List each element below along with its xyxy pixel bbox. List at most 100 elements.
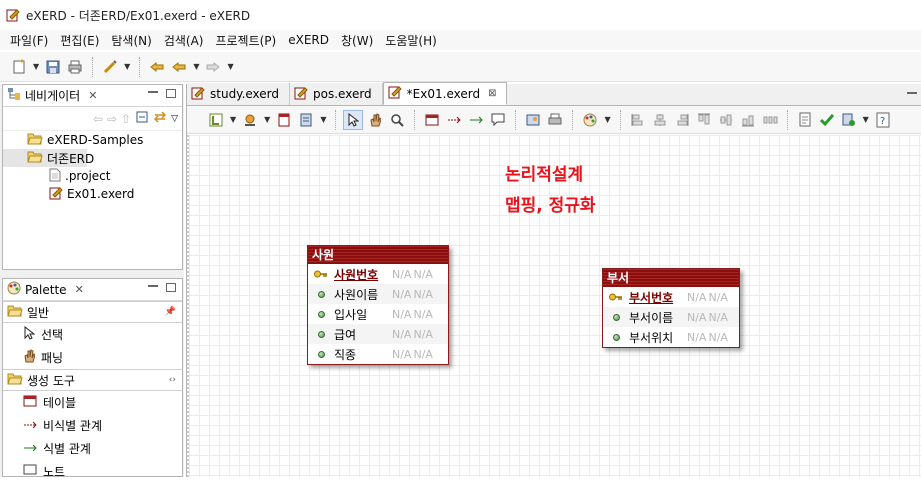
tree-item-exerd-samples[interactable]: eXERD-Samples — [3, 131, 182, 149]
entity-column-row[interactable]: 사원번호 N/A N/A — [308, 264, 448, 284]
export-image-icon[interactable] — [523, 110, 543, 130]
entity-department[interactable]: 부서 부서번호 N/A N/A 부서이름 N/A N/A 부서위치 N/A N/… — [602, 268, 740, 348]
wand-icon[interactable] — [100, 57, 120, 77]
entity-column-row[interactable]: 사원이름 N/A N/A — [308, 284, 448, 304]
palette-item-identifying-relation[interactable]: 식별 관계 — [3, 437, 182, 460]
theme-icon[interactable] — [580, 110, 600, 130]
notation-icon[interactable] — [296, 110, 316, 130]
align-bottom-icon[interactable] — [738, 110, 758, 130]
tree-item-label: Ex01.exerd — [67, 187, 135, 201]
palette-item-label: 패닝 — [41, 351, 64, 365]
entity-column-row[interactable]: 입사일 N/A N/A — [308, 304, 448, 324]
forward-icon[interactable]: ⇨ — [107, 112, 117, 126]
toolbar-separator — [335, 109, 337, 130]
entity-column-row[interactable]: 부서번호 N/A N/A — [603, 287, 739, 307]
help-icon[interactable]: ? — [873, 110, 893, 130]
select-tool-icon[interactable] — [343, 109, 364, 130]
layout-dropdown-icon[interactable]: ▼ — [230, 115, 236, 124]
distribute-icon[interactable] — [760, 110, 780, 130]
menu-project[interactable]: 프로젝트(P) — [209, 32, 282, 49]
print-diagram-icon[interactable] — [545, 110, 565, 130]
create-table-icon[interactable] — [422, 110, 442, 130]
forward-dropdown-icon[interactable]: ▼ — [227, 62, 233, 71]
close-tab-icon[interactable]: ⊠ — [488, 88, 496, 99]
wand-dropdown-icon[interactable]: ▼ — [124, 62, 130, 71]
note-icon[interactable] — [488, 110, 508, 130]
menu-navigate[interactable]: 탐색(N) — [105, 32, 157, 49]
close-icon[interactable]: ✕ — [75, 283, 84, 296]
menu-exerd[interactable]: eXERD — [282, 33, 335, 47]
print-icon[interactable] — [65, 57, 85, 77]
pan-tool-icon[interactable] — [365, 110, 385, 130]
menu-search[interactable]: 검색(A) — [158, 32, 210, 49]
link-editor-icon[interactable] — [153, 110, 167, 127]
entity-column-row[interactable]: 부서위치 N/A N/A — [603, 327, 739, 347]
theme-dropdown-icon[interactable]: ▼ — [604, 115, 610, 124]
align-left-icon[interactable] — [628, 110, 648, 130]
save-icon[interactable] — [43, 57, 63, 77]
validate-icon[interactable] — [817, 110, 837, 130]
new-file-icon[interactable] — [9, 57, 29, 77]
align-middle-icon[interactable] — [716, 110, 736, 130]
zoom-tool-icon[interactable] — [387, 110, 407, 130]
palette-item-table[interactable]: 테이블 — [3, 391, 182, 414]
identifying-relation-icon[interactable] — [466, 110, 486, 130]
collapse-all-icon[interactable] — [135, 110, 149, 127]
minimize-icon[interactable] — [148, 285, 158, 287]
menu-file[interactable]: 파일(F) — [4, 32, 54, 49]
color-dropdown-icon[interactable]: ▼ — [264, 115, 270, 124]
back-icon[interactable]: ⇦ — [93, 112, 103, 126]
entity-column-row[interactable]: 부서이름 N/A N/A — [603, 307, 739, 327]
menu-edit[interactable]: 편집(E) — [54, 32, 105, 49]
palette-item-pan[interactable]: 패닝 — [3, 346, 182, 369]
minimize-icon[interactable] — [148, 91, 158, 93]
palette-item-note[interactable]: 노트 — [3, 460, 182, 483]
maximize-icon[interactable] — [166, 89, 176, 98]
close-icon[interactable]: ✕ — [88, 89, 97, 102]
column-type: N/A — [392, 347, 412, 361]
diagram-canvas[interactable]: 논리적설계 맵핑, 정규화 사원 사원번호 N/A N/A 사원이름 N/A N… — [187, 135, 921, 477]
view-menu-icon[interactable]: ▽ — [171, 114, 178, 124]
tab-ex01-exerd[interactable]: *Ex01.exerd ⊠ — [382, 82, 508, 105]
pin-icon[interactable]: 📌 — [165, 307, 176, 317]
up-icon[interactable]: ⇧ — [121, 112, 131, 126]
align-top-icon[interactable] — [694, 110, 714, 130]
entity-column-row[interactable]: 급여 N/A N/A — [308, 324, 448, 344]
palette-item-non-identifying-relation[interactable]: 비식별 관계 — [3, 414, 182, 437]
menu-window[interactable]: 창(W) — [335, 32, 379, 49]
tree-item-project-file[interactable]: .project — [3, 167, 182, 185]
forward-engineer-dropdown-icon[interactable]: ▼ — [863, 115, 869, 124]
exerd-file-icon — [388, 85, 402, 102]
tree-item-ex01-exerd[interactable]: Ex01.exerd — [3, 185, 182, 203]
align-center-icon[interactable] — [650, 110, 670, 130]
minimize-icon[interactable] — [907, 92, 917, 94]
align-right-icon[interactable] — [672, 110, 692, 130]
forward-engineer-icon[interactable] — [839, 110, 859, 130]
diagram-toolbar: ▼ ▼ ▼ ▼ ▼ ? — [187, 106, 921, 134]
tab-study-exerd[interactable]: study.exerd — [187, 83, 291, 105]
entity-employee[interactable]: 사원 사원번호 N/A N/A 사원이름 N/A N/A 입사일 N/A N/A — [307, 245, 449, 365]
exerd-file-icon — [49, 186, 63, 203]
new-dropdown-icon[interactable]: ▼ — [33, 62, 39, 71]
tree-item-douzone-erd[interactable]: 더존ERD — [3, 149, 94, 167]
diagram-note[interactable]: 논리적설계 맵핑, 정규화 — [505, 160, 596, 222]
palette-group-general[interactable]: 일반 📌 — [3, 301, 182, 323]
properties-icon[interactable] — [795, 110, 815, 130]
last-edit-icon[interactable] — [147, 57, 167, 77]
entity-column-row[interactable]: 직종 N/A N/A — [308, 344, 448, 364]
back-icon[interactable] — [169, 57, 189, 77]
menu-help[interactable]: 도움말(H) — [379, 32, 443, 49]
non-identifying-relation-icon[interactable] — [444, 110, 464, 130]
layout-icon[interactable] — [206, 110, 226, 130]
forward-icon[interactable] — [203, 57, 223, 77]
table-view-icon[interactable] — [274, 110, 294, 130]
palette-group-create-tools[interactable]: 생성 도구 ‹› — [3, 369, 182, 391]
collapse-arrows-icon[interactable]: ‹› — [169, 375, 176, 385]
notation-dropdown-icon[interactable]: ▼ — [320, 115, 326, 124]
maximize-icon[interactable] — [166, 283, 176, 292]
color-icon[interactable] — [240, 110, 260, 130]
back-dropdown-icon[interactable]: ▼ — [193, 62, 199, 71]
tab-pos-exerd[interactable]: pos.exerd — [290, 83, 383, 105]
palette-item-select[interactable]: 선택 — [3, 323, 182, 346]
column-domain: N/A — [708, 330, 728, 344]
